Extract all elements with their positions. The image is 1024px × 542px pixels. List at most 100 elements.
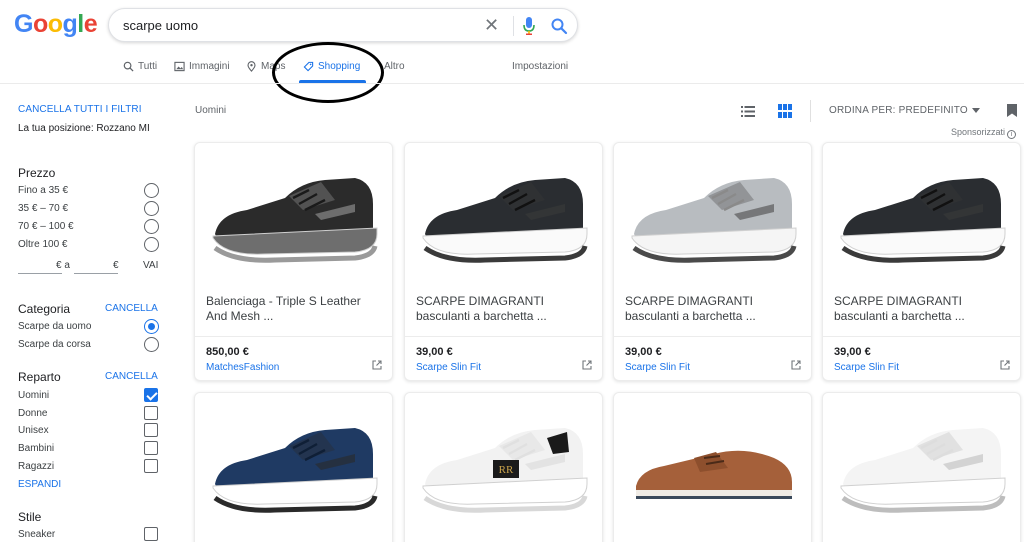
category-option-label: Scarpe da corsa [18, 339, 91, 350]
price-option[interactable]: 70 € – 100 € [18, 219, 160, 235]
style-option[interactable]: Sneaker [18, 527, 160, 542]
card-divider [405, 336, 602, 337]
list-view-icon[interactable] [741, 106, 755, 117]
price-option[interactable]: Oltre 100 € [18, 237, 160, 253]
sort-dropdown[interactable]: ORDINA PER: PREDEFINITO [829, 105, 980, 116]
product-card[interactable]: RR [404, 392, 603, 542]
info-icon[interactable]: i [1007, 130, 1017, 139]
logo-letter: e [83, 10, 98, 38]
tab-label: Shopping [318, 61, 361, 72]
sponsored-label[interactable]: Sponsorizzati i [951, 127, 1017, 139]
product-title[interactable]: Balenciaga - Triple S Leather And Mesh ..… [206, 294, 386, 324]
search-icon [123, 61, 134, 72]
product-card[interactable] [613, 392, 812, 542]
tab-label: Altro [384, 61, 405, 72]
external-link-icon[interactable] [791, 360, 801, 370]
price-radio[interactable] [144, 219, 159, 234]
external-link-icon[interactable] [582, 360, 592, 370]
bookmark-icon[interactable] [1006, 103, 1018, 118]
tab-shopping[interactable]: Shopping [303, 61, 360, 72]
search-icon[interactable] [550, 17, 568, 35]
results-heading: Uomini [195, 105, 227, 116]
department-checkbox[interactable] [144, 459, 158, 473]
toolbar-divider [810, 100, 811, 122]
category-option[interactable]: Scarpe da corsa [18, 337, 160, 353]
product-card[interactable]: Balenciaga - Triple S Leather And Mesh ..… [194, 142, 393, 381]
shoe-image [422, 178, 587, 263]
price-option-label: Fino a 35 € [18, 185, 69, 196]
sponsored-text: Sponsorizzati [951, 127, 1006, 137]
product-image[interactable] [614, 143, 811, 283]
tab-maps[interactable]: Maps [246, 61, 285, 72]
department-option[interactable]: Donne [18, 406, 160, 422]
product-title[interactable]: SCARPE DIMAGRANTI basculanti a barchetta … [625, 294, 805, 324]
close-icon[interactable]: ✕ [484, 14, 499, 36]
tab-impostazioni[interactable]: Impostazioni [512, 61, 568, 72]
product-image[interactable] [823, 393, 1020, 533]
department-checkbox[interactable] [144, 406, 158, 420]
category-radio[interactable] [144, 337, 159, 352]
microphone-icon[interactable] [522, 16, 536, 36]
department-checkbox[interactable] [144, 441, 158, 455]
search-tabs: Tutti Immagini Maps Shopping Altro Impos… [0, 50, 1024, 84]
product-seller-link[interactable]: MatchesFashion [206, 362, 279, 373]
product-title[interactable]: SCARPE DIMAGRANTI basculanti a barchetta … [834, 294, 1014, 324]
department-option[interactable]: Ragazzi [18, 459, 160, 475]
department-option[interactable]: Uomini [18, 388, 160, 404]
price-option[interactable]: Fino a 35 € [18, 183, 160, 199]
tab-immagini[interactable]: Immagini [174, 61, 230, 72]
svg-text:RR: RR [498, 464, 513, 476]
tab-tutti[interactable]: Tutti [123, 61, 157, 72]
grid-view-icon[interactable] [778, 104, 792, 118]
product-card[interactable]: SCARPE DIMAGRANTI basculanti a barchetta … [613, 142, 812, 381]
product-image[interactable]: RR [405, 393, 602, 533]
style-checkbox[interactable] [144, 527, 158, 541]
product-seller-link[interactable]: Scarpe Slin Fit [625, 362, 690, 373]
department-checkbox[interactable] [144, 423, 158, 437]
department-filter-title: Reparto [18, 370, 61, 384]
price-radio[interactable] [144, 237, 159, 252]
category-option[interactable]: Scarpe da uomo [18, 319, 160, 335]
product-image[interactable] [195, 393, 392, 533]
department-checkbox[interactable] [144, 388, 158, 402]
product-title[interactable]: SCARPE DIMAGRANTI basculanti a barchetta … [416, 294, 596, 324]
department-clear-link[interactable]: CANCELLA [105, 371, 158, 382]
category-radio[interactable] [144, 319, 159, 334]
product-card[interactable]: SCARPE DIMAGRANTI basculanti a barchetta … [404, 142, 603, 381]
category-clear-link[interactable]: CANCELLA [105, 303, 158, 314]
product-card[interactable] [822, 392, 1021, 542]
product-image[interactable] [405, 143, 602, 283]
price-max-input[interactable] [74, 260, 118, 274]
google-logo[interactable]: Google [14, 10, 98, 39]
price-radio[interactable] [144, 201, 159, 216]
product-image[interactable] [823, 143, 1020, 283]
department-option-label: Uomini [18, 390, 50, 401]
price-option[interactable]: 35 € – 70 € [18, 201, 160, 217]
department-option-label: Bambini [18, 443, 55, 454]
clear-all-filters-link[interactable]: CANCELLA TUTTI I FILTRI [18, 104, 142, 115]
product-seller-link[interactable]: Scarpe Slin Fit [416, 362, 481, 373]
product-image[interactable] [614, 393, 811, 533]
product-title-line: SCARPE DIMAGRANTI [834, 294, 963, 308]
department-option[interactable]: Bambini [18, 441, 160, 457]
price-go-button[interactable]: VAI [143, 260, 158, 271]
search-box[interactable]: scarpe uomo ✕ [108, 8, 578, 42]
header-divider [0, 83, 1024, 84]
search-input[interactable]: scarpe uomo [123, 18, 198, 33]
price-radio[interactable] [144, 183, 159, 198]
external-link-icon[interactable] [372, 360, 382, 370]
price-option-label: Oltre 100 € [18, 239, 68, 250]
style-option-label: Sneaker [18, 529, 56, 540]
category-option-label: Scarpe da uomo [18, 321, 92, 332]
department-expand-link[interactable]: ESPANDI [18, 479, 61, 490]
card-divider [195, 336, 392, 337]
product-image[interactable] [195, 143, 392, 283]
logo-letter: G [14, 10, 33, 38]
tab-altro[interactable]: Altro [384, 61, 405, 72]
product-card[interactable] [194, 392, 393, 542]
department-option[interactable]: Unisex [18, 423, 160, 439]
external-link-icon[interactable] [1000, 360, 1010, 370]
product-seller-link[interactable]: Scarpe Slin Fit [834, 362, 899, 373]
shoe-image: RR [422, 428, 587, 513]
product-card[interactable]: SCARPE DIMAGRANTI basculanti a barchetta … [822, 142, 1021, 381]
